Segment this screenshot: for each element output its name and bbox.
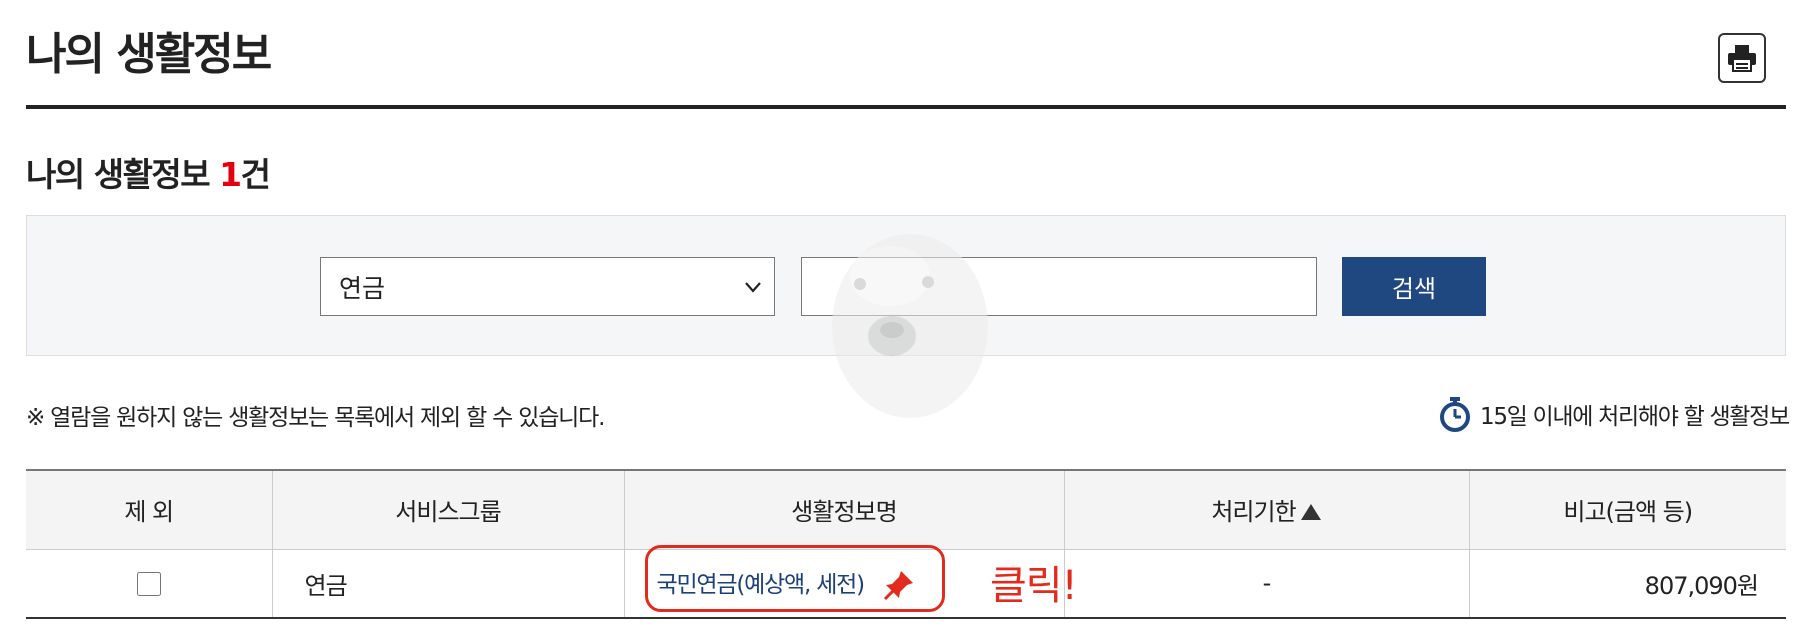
result-count-heading: 나의 생활정보 1건 — [26, 148, 271, 196]
page-title: 나의 생활정보 — [26, 29, 272, 80]
stopwatch-icon — [1440, 397, 1470, 432]
click-annotation: 클릭! — [990, 563, 1078, 609]
result-count-number: 1 — [219, 155, 242, 194]
row-deadline: - — [1064, 549, 1470, 618]
deadline-legend: 15일 이내에 처리해야 할 생활정보 — [1438, 396, 1790, 432]
header-note: 비고(금액 등) — [1563, 498, 1693, 527]
header-deadline[interactable]: 처리기한 — [1064, 470, 1470, 549]
category-select-value: 연금 — [339, 273, 386, 303]
exclude-checkbox[interactable] — [136, 572, 161, 597]
result-count-label: 나의 생활정보 — [26, 155, 220, 194]
header-exclude: 제 외 — [26, 470, 273, 549]
result-count-unit: 건 — [240, 155, 271, 194]
print-button[interactable] — [1718, 33, 1766, 83]
row-service-group: 연금 — [272, 549, 625, 618]
header-info-name: 생활정보명 — [624, 470, 1065, 549]
chevron-down-icon — [745, 282, 761, 293]
title-divider — [26, 105, 1786, 109]
exclusion-notice: ※ 열람을 원하지 않는 생활정보는 목록에서 제외 할 수 있습니다. — [26, 405, 605, 431]
row-note: 807,090원 — [1644, 571, 1759, 600]
dog-photo — [832, 234, 988, 418]
deadline-legend-label: 15일 이내에 처리해야 할 생활정보 — [1480, 404, 1790, 430]
table-header-row: 제 외 서비스그룹 생활정보명 처리기한 비고(금액 등) — [26, 470, 1786, 549]
category-select[interactable]: 연금 — [320, 257, 775, 316]
highlight-box — [645, 545, 945, 612]
print-icon — [1728, 45, 1756, 72]
search-button[interactable]: 검색 — [1342, 257, 1486, 316]
header-service-group: 서비스그룹 — [272, 470, 625, 549]
sort-up-icon — [1300, 504, 1321, 521]
header-deadline-label: 처리기한 — [1211, 498, 1296, 527]
